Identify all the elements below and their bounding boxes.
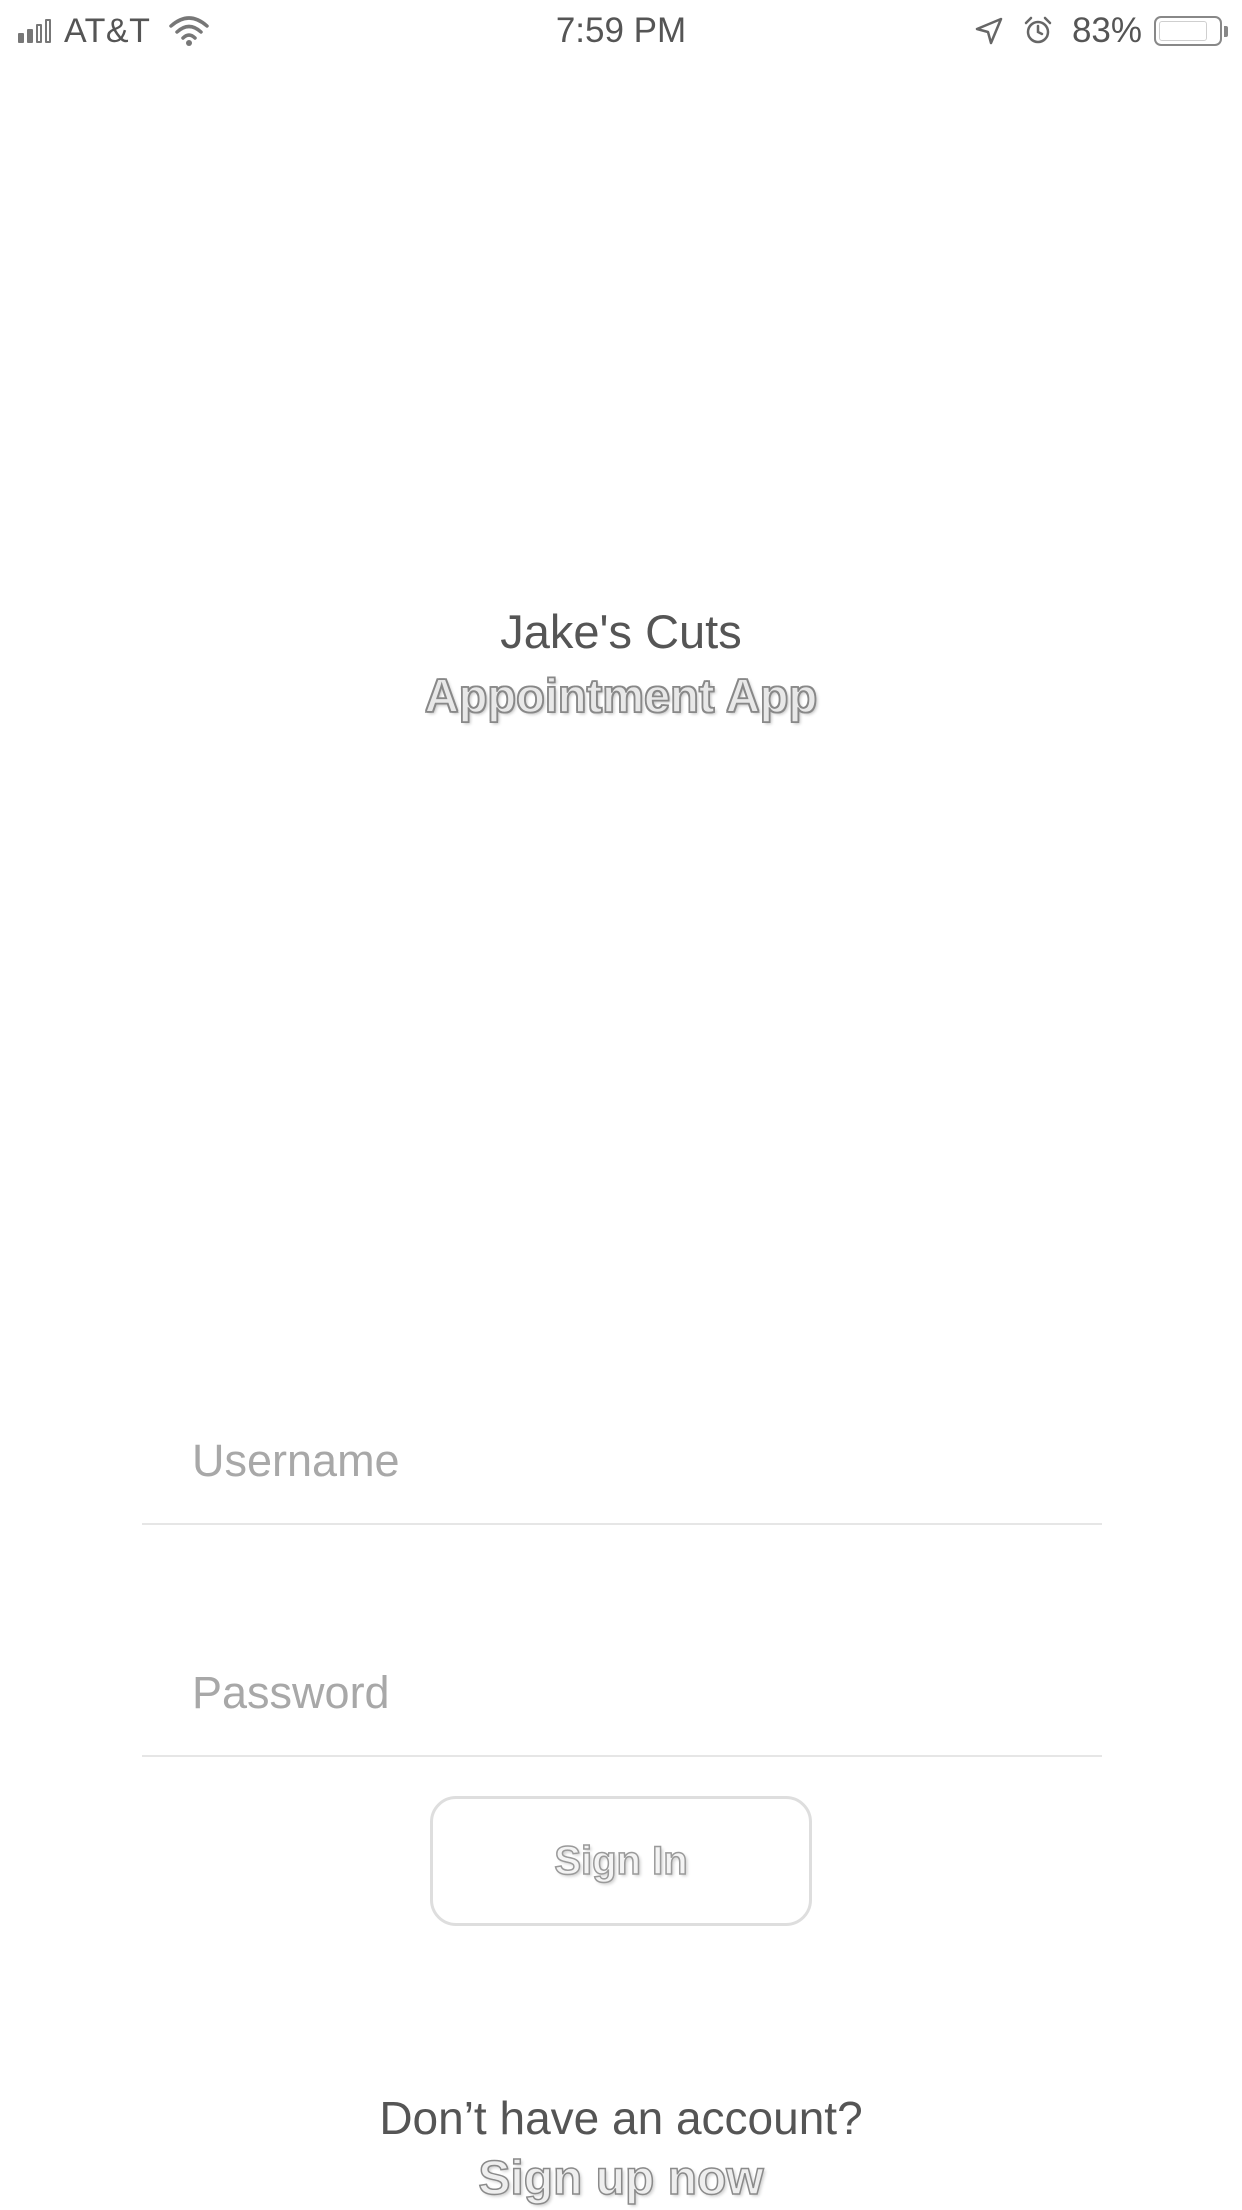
sign-in-label: Sign In bbox=[554, 1838, 689, 1884]
status-bar: AT&T 7:59 PM 83% bbox=[0, 0, 1242, 60]
brand-block: Jake's Cuts Appointment App bbox=[0, 600, 1242, 728]
username-input[interactable] bbox=[192, 1435, 1052, 1487]
sign-in-button[interactable]: Sign In bbox=[430, 1796, 812, 1926]
password-field bbox=[142, 1647, 1102, 1757]
app-title: Jake's Cuts bbox=[500, 605, 742, 658]
username-field bbox=[142, 1415, 1102, 1525]
app-subtitle: Appointment App bbox=[424, 668, 818, 723]
battery-level bbox=[1159, 21, 1208, 41]
sign-up-link[interactable]: Sign up now bbox=[478, 2148, 765, 2210]
no-account-prompt: Don’t have an account? bbox=[379, 2092, 863, 2144]
password-input[interactable] bbox=[192, 1667, 1052, 1719]
battery-cap bbox=[1224, 25, 1228, 37]
alarm-clock-icon bbox=[1024, 16, 1052, 44]
footer: Don’t have an account? Sign up now bbox=[0, 2088, 1242, 2210]
battery-icon bbox=[1154, 16, 1222, 46]
status-bar-right: 83% bbox=[974, 8, 1228, 54]
location-arrow-icon bbox=[975, 17, 1003, 45]
battery-percent: 83% bbox=[1071, 11, 1142, 50]
